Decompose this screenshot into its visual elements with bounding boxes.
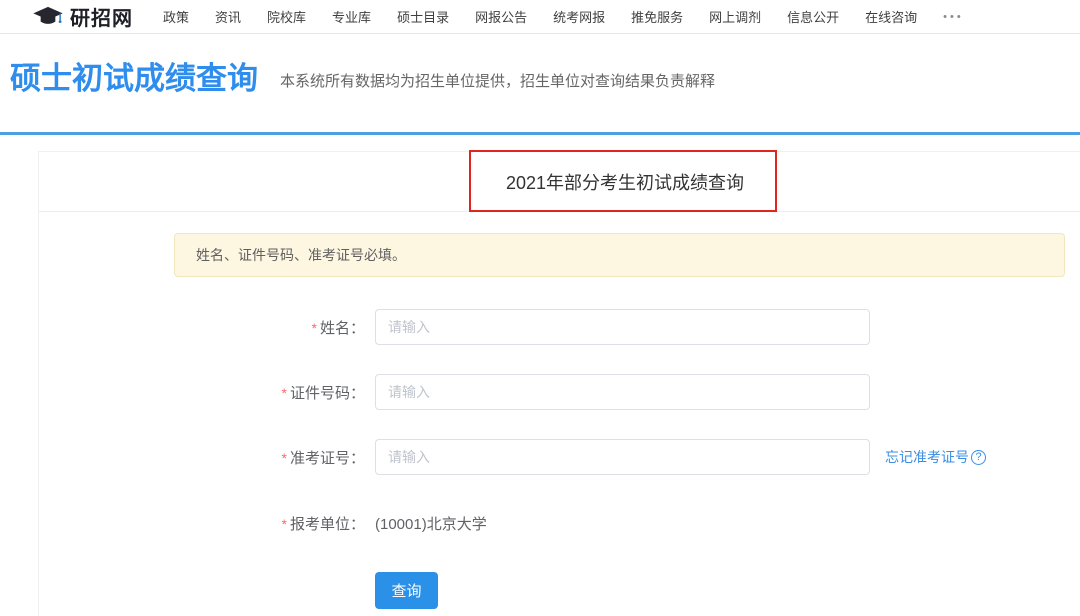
form-row-name: *姓名： bbox=[39, 309, 870, 345]
nav-item-news[interactable]: 资讯 bbox=[215, 7, 241, 26]
nav-item-policy[interactable]: 政策 bbox=[163, 7, 189, 26]
name-label: *姓名： bbox=[39, 317, 365, 338]
nav-item-major-library[interactable]: 专业库 bbox=[332, 7, 371, 26]
nav-item-online-consult[interactable]: 在线咨询 bbox=[865, 7, 917, 26]
nav-item-info-disclosure[interactable]: 信息公开 bbox=[787, 7, 839, 26]
required-marker: * bbox=[312, 320, 317, 336]
nav-item-masters-catalog[interactable]: 硕士目录 bbox=[397, 7, 449, 26]
form-row-admission-ticket: *准考证号： 忘记准考证号? bbox=[39, 439, 986, 475]
apply-unit-label: *报考单位： bbox=[39, 513, 365, 534]
panel-title: 2021年部分考生初试成绩查询 bbox=[506, 169, 744, 195]
apply-unit-value: (10001)北京大学 bbox=[375, 513, 487, 534]
page-subtitle: 本系统所有数据均为招生单位提供，招生单位对查询结果负责解释 bbox=[280, 70, 715, 98]
required-fields-alert: 姓名、证件号码、准考证号必填。 bbox=[174, 233, 1065, 277]
form-row-apply-unit: *报考单位： (10001)北京大学 bbox=[39, 511, 487, 535]
admission-ticket-input[interactable] bbox=[375, 439, 870, 475]
nav-item-report-notice[interactable]: 网报公告 bbox=[475, 7, 527, 26]
help-question-icon[interactable]: ? bbox=[971, 450, 986, 465]
forgot-ticket-link[interactable]: 忘记准考证号? bbox=[885, 447, 986, 467]
graduation-cap-icon bbox=[33, 6, 63, 28]
query-panel: 2021年部分考生初试成绩查询 姓名、证件号码、准考证号必填。 *姓名： *证件… bbox=[38, 151, 1080, 616]
page-title: 硕士初试成绩查询 bbox=[10, 60, 258, 98]
nav-item-exemption-service[interactable]: 推免服务 bbox=[631, 7, 683, 26]
form-row-submit: 查询 bbox=[39, 572, 438, 608]
logo-text: 研招网 bbox=[70, 2, 133, 31]
panel-title-row: 2021年部分考生初试成绩查询 bbox=[39, 152, 1080, 212]
blue-divider bbox=[0, 132, 1080, 135]
page-header: 硕士初试成绩查询 本系统所有数据均为招生单位提供，招生单位对查询结果负责解释 bbox=[10, 60, 715, 98]
name-input[interactable] bbox=[375, 309, 870, 345]
required-marker: * bbox=[282, 385, 287, 401]
id-number-label: *证件号码： bbox=[39, 382, 365, 403]
query-button[interactable]: 查询 bbox=[375, 572, 438, 609]
top-navigation: 研招网 政策 资讯 院校库 专业库 硕士目录 网报公告 统考网报 推免服务 网上… bbox=[0, 0, 1080, 34]
site-logo[interactable]: 研招网 bbox=[33, 2, 133, 31]
admission-ticket-label: *准考证号： bbox=[39, 447, 365, 468]
id-number-input[interactable] bbox=[375, 374, 870, 410]
panel-body: 姓名、证件号码、准考证号必填。 *姓名： *证件号码： *准考证号： 忘记准考证… bbox=[39, 212, 1080, 616]
form-row-id-number: *证件号码： bbox=[39, 374, 870, 410]
required-marker: * bbox=[282, 516, 287, 532]
nav-item-unified-exam-registration[interactable]: 统考网报 bbox=[553, 7, 605, 26]
nav-item-college-library[interactable]: 院校库 bbox=[267, 7, 306, 26]
alert-text: 姓名、证件号码、准考证号必填。 bbox=[196, 245, 406, 265]
required-marker: * bbox=[282, 450, 287, 466]
more-menu-icon[interactable]: ••• bbox=[943, 11, 964, 23]
nav-item-online-adjustment[interactable]: 网上调剂 bbox=[709, 7, 761, 26]
